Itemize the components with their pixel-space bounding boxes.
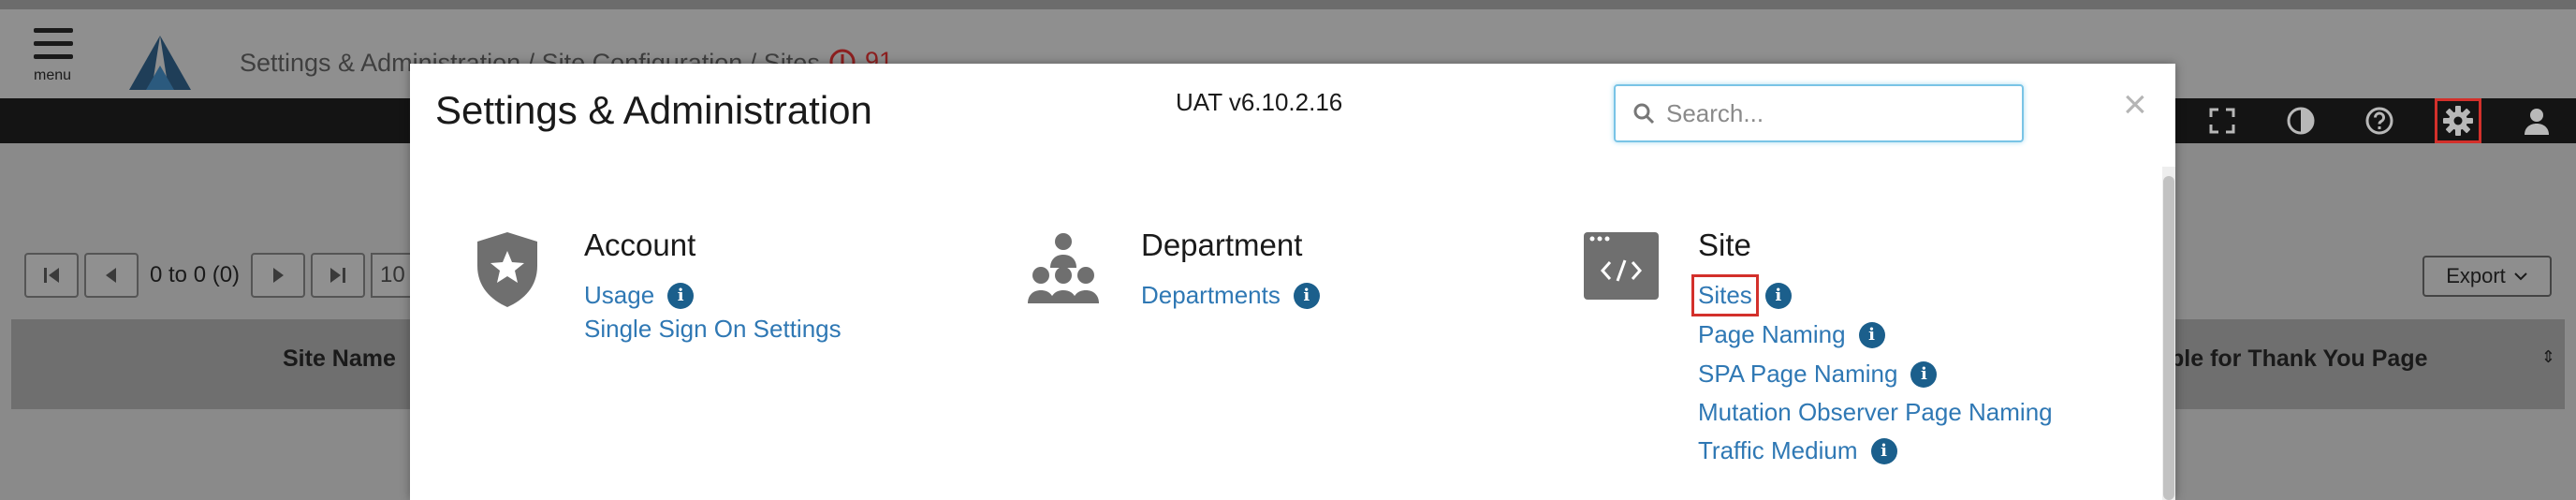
contrast-icon — [2287, 107, 2315, 135]
site-link-spa-page-naming: SPA Page Naming i — [1698, 360, 1938, 389]
menu-label: menu — [34, 67, 72, 83]
account-link-sso: Single Sign On Settings — [584, 315, 842, 344]
traffic-medium-link[interactable]: Traffic Medium — [1698, 436, 1858, 465]
hamburger-icon — [28, 28, 80, 59]
window-top-strip — [0, 0, 2576, 9]
settings-modal: Settings & Administration UAT v6.10.2.16… — [410, 64, 2175, 500]
sort-icon[interactable]: ⇕ — [2541, 347, 2555, 367]
nav-icon-group — [2183, 98, 2576, 143]
shield-star-icon — [477, 232, 537, 307]
code-window-icon — [1584, 232, 1659, 300]
info-icon[interactable]: i — [667, 282, 695, 309]
sites-link[interactable]: Sites — [1691, 274, 1759, 316]
fullscreen-button[interactable] — [2183, 98, 2261, 143]
close-button[interactable]: × — [2123, 84, 2147, 125]
site-link-sites: Sites i — [1691, 274, 1792, 316]
fullscreen-icon — [2209, 108, 2235, 134]
settings-button[interactable] — [2435, 98, 2481, 143]
version-label: UAT v6.10.2.16 — [1176, 88, 1343, 116]
column-thank-you-page[interactable]: ble for Thank You Page — [2170, 346, 2428, 373]
chevron-down-icon — [2514, 272, 2527, 281]
column-site-name[interactable]: Site Name — [283, 346, 396, 373]
search-icon — [1632, 102, 1655, 125]
search-input[interactable] — [1664, 97, 2005, 129]
site-heading: Site — [1698, 228, 1751, 262]
first-page-button[interactable] — [24, 253, 79, 298]
modal-title: Settings & Administration — [435, 88, 872, 132]
user-icon — [2525, 109, 2549, 135]
next-page-button[interactable] — [251, 253, 306, 298]
first-page-icon — [44, 268, 59, 283]
prev-page-icon — [106, 268, 116, 283]
last-page-icon — [330, 268, 346, 283]
department-heading: Department — [1141, 228, 1303, 262]
last-page-button[interactable] — [311, 253, 366, 298]
info-icon[interactable]: i — [1870, 437, 1897, 464]
scrollbar-thumb[interactable] — [2163, 176, 2174, 500]
pager-info: 0 to 0 (0) — [150, 262, 241, 287]
app-logo — [129, 36, 191, 90]
next-page-icon — [273, 268, 285, 283]
export-label: Export — [2446, 264, 2506, 287]
info-icon[interactable]: i — [1910, 360, 1938, 388]
search-field[interactable] — [1614, 84, 2024, 142]
menu-button[interactable]: menu — [28, 28, 80, 103]
export-button[interactable]: Export — [2422, 256, 2552, 297]
prev-page-button[interactable] — [84, 253, 139, 298]
info-icon[interactable]: i — [1293, 282, 1320, 309]
account-link-usage: Usage i — [584, 281, 695, 310]
pager: 0 to 0 (0) 10 — [24, 253, 418, 298]
info-icon[interactable]: i — [1764, 282, 1792, 309]
single-sign-on-link[interactable]: Single Sign On Settings — [584, 315, 842, 344]
department-link-departments: Departments i — [1141, 281, 1320, 310]
site-link-mutation-observer: Mutation Observer Page Naming — [1698, 398, 2053, 427]
help-icon — [2365, 107, 2393, 135]
usage-link[interactable]: Usage — [584, 281, 654, 310]
page-naming-link[interactable]: Page Naming — [1698, 320, 1846, 349]
spa-page-naming-link[interactable]: SPA Page Naming — [1698, 360, 1897, 389]
departments-link[interactable]: Departments — [1141, 281, 1281, 310]
user-button[interactable] — [2497, 98, 2576, 143]
info-icon[interactable]: i — [1858, 321, 1885, 348]
site-link-traffic-medium: Traffic Medium i — [1698, 436, 1897, 465]
department-people-icon — [1028, 233, 1099, 303]
mutation-observer-page-naming-link[interactable]: Mutation Observer Page Naming — [1698, 398, 2053, 427]
site-link-page-naming: Page Naming i — [1698, 320, 1885, 349]
help-button[interactable] — [2340, 98, 2419, 143]
settings-gear-icon — [2443, 106, 2473, 136]
account-heading: Account — [584, 228, 696, 262]
contrast-button[interactable] — [2261, 98, 2340, 143]
